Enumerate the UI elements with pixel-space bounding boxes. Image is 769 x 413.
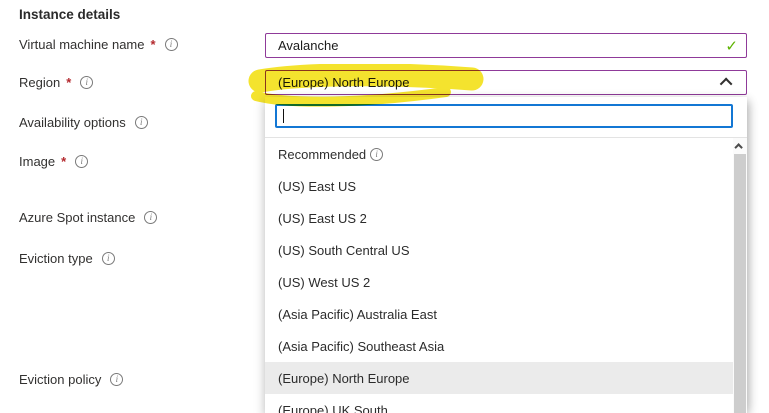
info-icon[interactable] (75, 155, 88, 168)
dropdown-scrollbar[interactable] (733, 138, 747, 413)
required-asterisk: * (151, 37, 156, 52)
eviction-type-label: Eviction type (19, 251, 93, 266)
availability-options-label: Availability options (19, 115, 126, 130)
info-icon[interactable] (144, 211, 157, 224)
azure-spot-instance-label: Azure Spot instance (19, 210, 135, 225)
region-option[interactable]: (Asia Pacific) Australia East (265, 298, 733, 330)
region-search-input[interactable] (277, 106, 731, 126)
valid-check-icon: ✓ (725, 37, 738, 55)
region-select[interactable]: (Europe) North Europe (265, 70, 747, 95)
vm-name-field: ✓ (265, 33, 747, 58)
region-option[interactable]: (Europe) UK South (265, 394, 733, 413)
info-icon[interactable] (102, 252, 115, 265)
section-title: Instance details (19, 7, 120, 22)
vm-name-label-row: Virtual machine name * (19, 37, 178, 52)
region-dropdown-panel: Recommended (US) East US (US) East US 2 … (265, 97, 747, 413)
region-selected-value: (Europe) North Europe (266, 75, 723, 90)
scrollbar-up-button[interactable] (733, 138, 747, 153)
info-icon[interactable] (135, 116, 148, 129)
vm-name-label: Virtual machine name (19, 37, 145, 52)
eviction-type-label-row: Eviction type (19, 251, 115, 266)
option-group-header: Recommended (265, 138, 733, 170)
required-asterisk: * (61, 154, 66, 169)
spot-label-row: Azure Spot instance (19, 210, 157, 225)
region-option[interactable]: (US) East US (265, 170, 733, 202)
region-option[interactable]: (US) South Central US (265, 234, 733, 266)
availability-label-row: Availability options (19, 115, 148, 130)
info-icon[interactable] (370, 148, 383, 161)
scroll-up-arrow-icon (734, 143, 742, 151)
region-option-highlighted[interactable]: (Europe) North Europe (265, 362, 733, 394)
info-icon[interactable] (80, 76, 93, 89)
info-icon[interactable] (165, 38, 178, 51)
region-option[interactable]: (Asia Pacific) Southeast Asia (265, 330, 733, 362)
region-label-row: Region * (19, 75, 93, 90)
region-option-list: Recommended (US) East US (US) East US 2 … (265, 138, 733, 413)
eviction-policy-label-row: Eviction policy (19, 372, 123, 387)
instance-details-form: { "section_title": "Instance details", "… (0, 0, 769, 413)
region-label: Region (19, 75, 60, 90)
required-asterisk: * (66, 75, 71, 90)
group-label: Recommended (278, 147, 366, 162)
region-option[interactable]: (US) West US 2 (265, 266, 733, 298)
image-label: Image (19, 154, 55, 169)
text-cursor (283, 109, 284, 123)
region-option[interactable]: (US) East US 2 (265, 202, 733, 234)
info-icon[interactable] (110, 373, 123, 386)
region-search-box (275, 104, 733, 128)
scrollbar-thumb[interactable] (734, 154, 746, 413)
vm-name-input[interactable] (266, 34, 725, 57)
image-label-row: Image * (19, 154, 88, 169)
eviction-policy-label: Eviction policy (19, 372, 101, 387)
